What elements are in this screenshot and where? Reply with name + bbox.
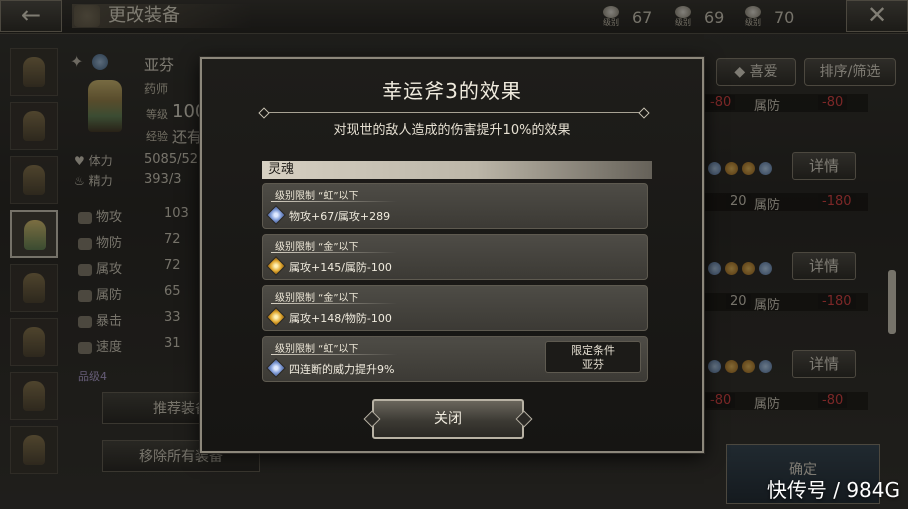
gold-soul-icon [266, 307, 286, 327]
soul-effect: 属攻+148/物防-100 [289, 312, 392, 325]
soul-limit: 级别限制 “虹”以下 [275, 344, 359, 355]
soul-effect: 四连断的威力提升9% [289, 363, 395, 376]
condition-box: 限定条件 亚芬 [545, 341, 641, 373]
rainbow-soul-icon [266, 358, 286, 378]
watermark: 快传号 / 984G [766, 478, 900, 502]
soul-limit: 级别限制 “金”以下 [275, 293, 359, 304]
soul-card: 级别限制 “金”以下 属攻+145/属防-100 [262, 234, 648, 280]
condition-value: 亚芬 [582, 358, 604, 371]
dialog-subtitle: 对现世的敌人造成的伤害提升10%的效果 [333, 123, 571, 138]
soul-effect: 属攻+145/属防-100 [289, 261, 392, 274]
soul-card: 级别限制 “虹”以下 物攻+67/属攻+289 [262, 183, 648, 229]
dialog-title: 幸运斧3的效果 [382, 79, 522, 103]
close-dialog-button[interactable]: 关闭 [372, 399, 524, 439]
soul-limit: 级别限制 “金”以下 [275, 242, 359, 253]
soul-card: 级别限制 “虹”以下 四连断的威力提升9% 限定条件 亚芬 [262, 336, 648, 382]
soul-card: 级别限制 “金”以下 属攻+148/物防-100 [262, 285, 648, 331]
soul-effect-dialog: 幸运斧3的效果 对现世的敌人造成的伤害提升10%的效果 灵魂 级别限制 “虹”以… [200, 57, 704, 453]
soul-section-header: 灵魂 [262, 161, 652, 179]
gold-soul-icon [266, 256, 286, 276]
soul-limit: 级别限制 “虹”以下 [275, 191, 359, 202]
title-divider [258, 107, 650, 119]
soul-effect: 物攻+67/属攻+289 [289, 210, 391, 223]
rainbow-soul-icon [266, 205, 286, 225]
condition-label: 限定条件 [571, 344, 615, 357]
